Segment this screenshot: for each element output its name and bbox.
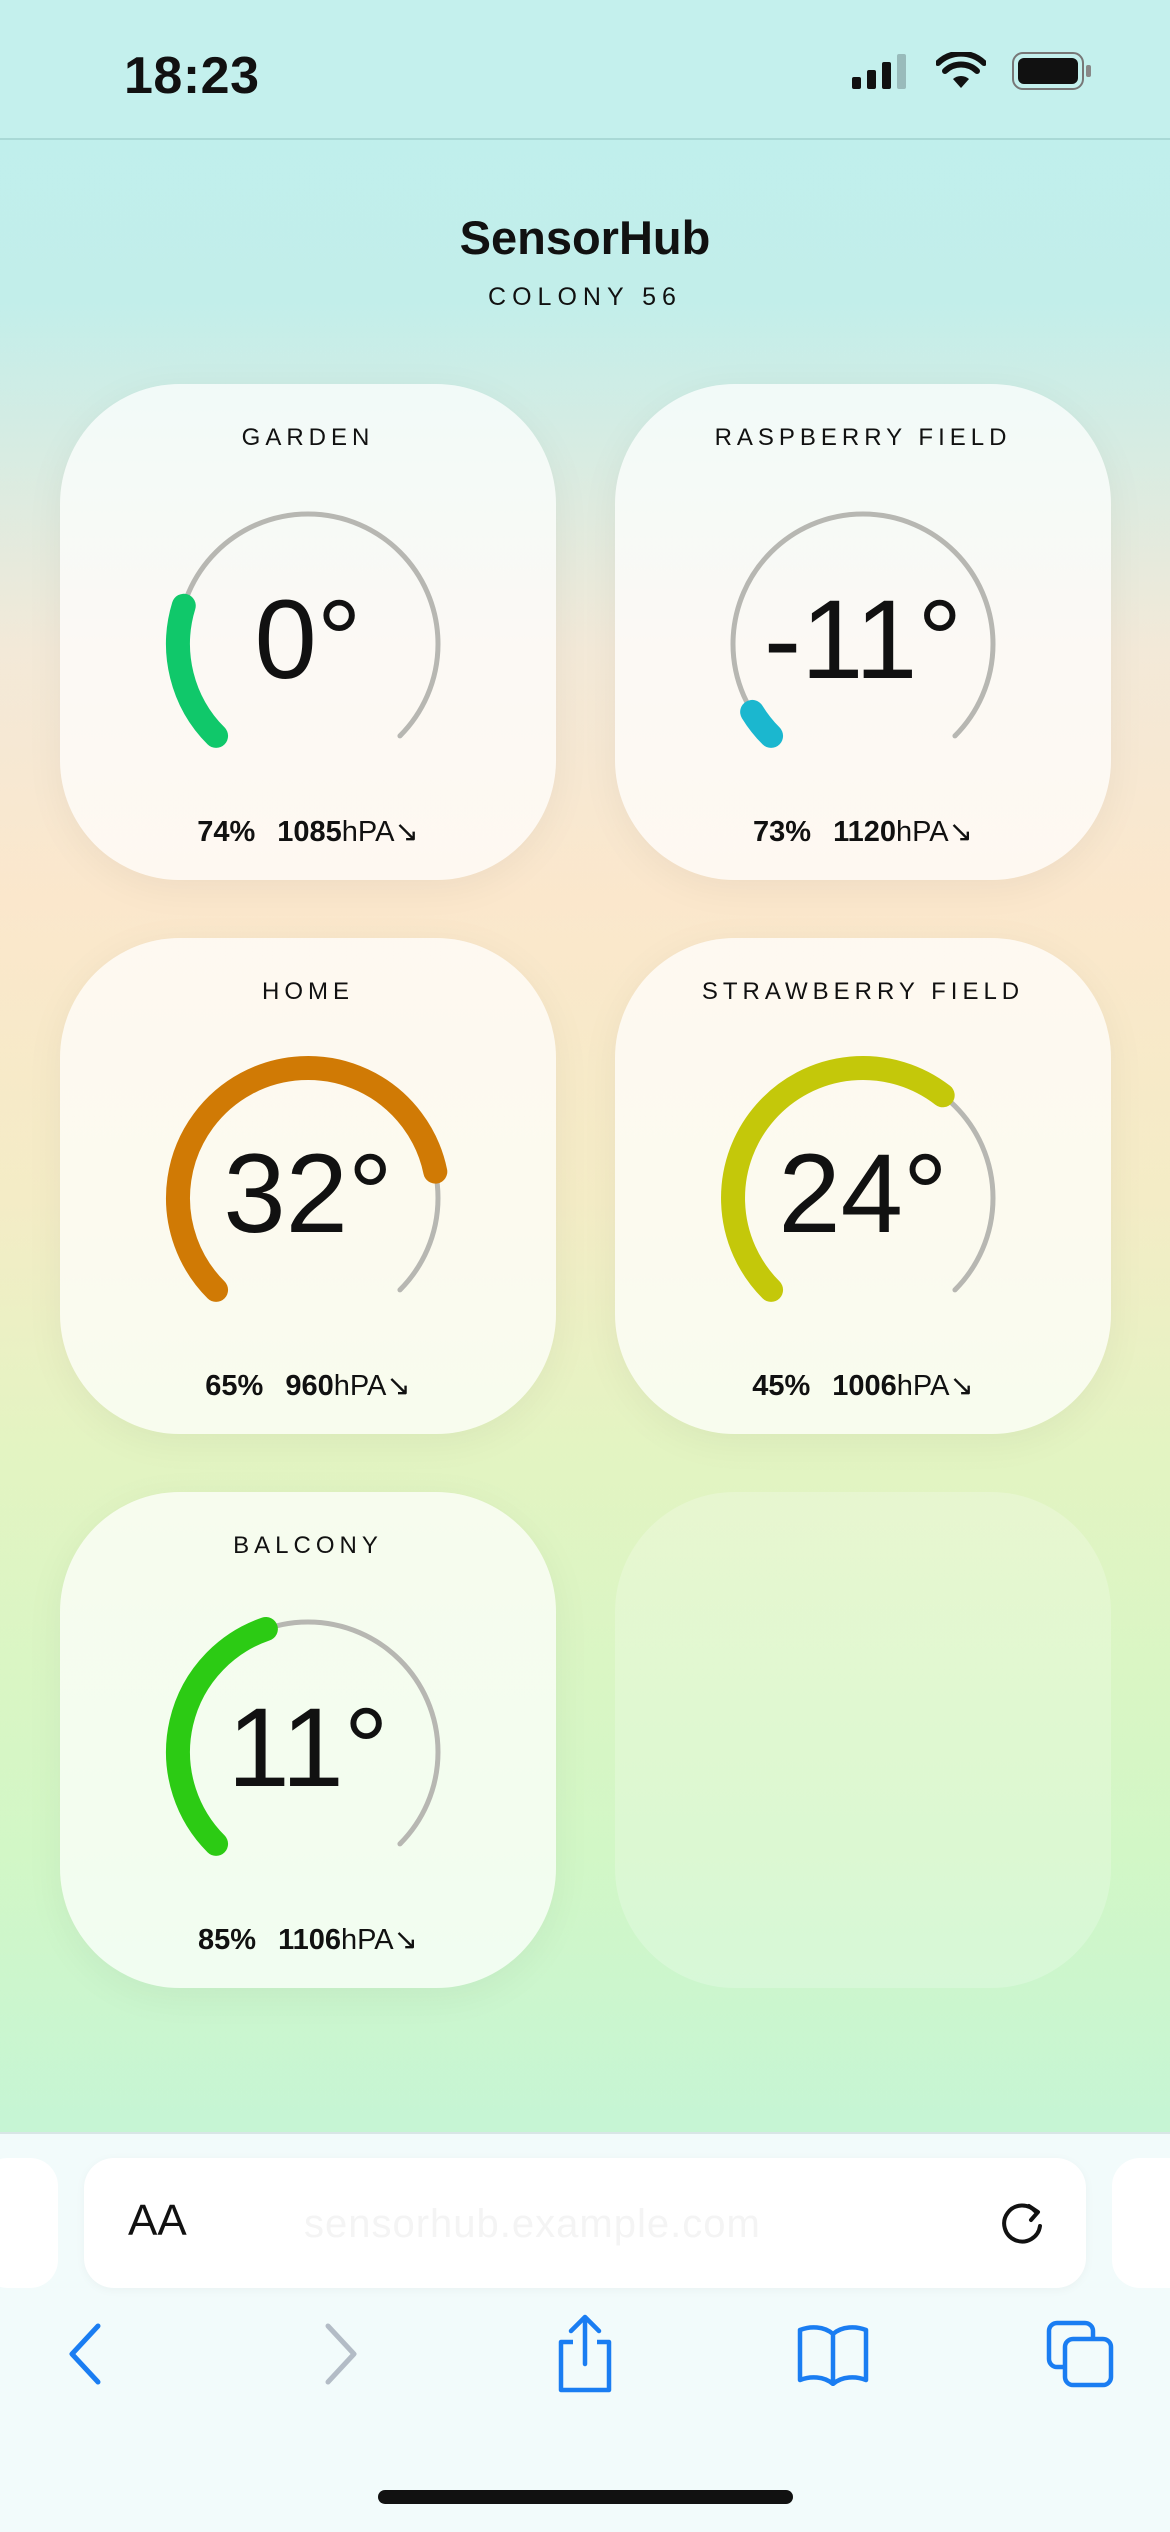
sensor-metrics: 74% 1085hPA↘ bbox=[60, 814, 556, 849]
pressure-trend-icon: ↘ bbox=[393, 1924, 418, 1956]
pressure-trend-icon: ↘ bbox=[948, 816, 973, 848]
humidity-value: 73% bbox=[753, 816, 812, 848]
temperature-value: 24° bbox=[778, 1131, 948, 1256]
sensor-metrics: 65% 960hPA↘ bbox=[60, 1368, 556, 1403]
humidity-value: 85% bbox=[198, 1924, 257, 1956]
pressure-value: 1106 bbox=[278, 1924, 341, 1956]
reload-icon[interactable] bbox=[996, 2198, 1048, 2250]
pressure-trend-icon: ↘ bbox=[394, 816, 419, 848]
url-text[interactable]: sensorhub.example.com bbox=[304, 2202, 761, 2247]
sensor-metrics: 85% 1106hPA↘ bbox=[60, 1922, 556, 1957]
temperature-value: 32° bbox=[223, 1131, 393, 1256]
sensor-label: HOME bbox=[262, 978, 354, 1005]
browser-toolbar bbox=[0, 2314, 1170, 2424]
pressure-value: 1120 bbox=[833, 816, 896, 848]
temperature-value: -11° bbox=[763, 577, 963, 702]
temperature-value: 11° bbox=[227, 1685, 389, 1810]
sensor-label: BALCONY bbox=[233, 1532, 383, 1559]
app-subtitle: COLONY 56 bbox=[488, 283, 682, 311]
previous-tab-peek[interactable] bbox=[0, 2158, 58, 2288]
sensor-label: STRAWBERRY FIELD bbox=[701, 978, 1025, 1005]
tabs-button[interactable] bbox=[1040, 2314, 1120, 2394]
pressure-unit: hPA bbox=[340, 1924, 394, 1956]
pressure-trend-icon: ↘ bbox=[386, 1370, 411, 1402]
app-title: SensorHub bbox=[459, 211, 711, 264]
humidity-value: 45% bbox=[752, 1370, 811, 1402]
pressure-unit: hPA bbox=[341, 816, 395, 848]
humidity-value: 65% bbox=[205, 1370, 264, 1402]
pressure-value: 1085 bbox=[277, 816, 342, 848]
sensor-label: GARDEN bbox=[241, 424, 375, 451]
bookmarks-icon bbox=[797, 2325, 869, 2386]
sensor-card-strawberry-field[interactable]: STRAWBERRY FIELD 24° 45% 1006hPA↘ bbox=[615, 938, 1111, 1434]
status-bar: 18:23 bbox=[0, 0, 1170, 140]
aa-label: AA bbox=[128, 2196, 187, 2245]
pressure-unit: hPA bbox=[895, 816, 949, 848]
bookmarks-button[interactable] bbox=[793, 2314, 873, 2394]
share-button[interactable] bbox=[545, 2314, 625, 2394]
status-icons bbox=[852, 52, 1092, 90]
tabs-icon bbox=[1046, 2320, 1114, 2388]
sensor-metrics: 73% 1120hPA↘ bbox=[615, 814, 1111, 849]
home-indicator[interactable] bbox=[378, 2490, 793, 2504]
back-icon bbox=[69, 2323, 101, 2385]
pressure-value: 960 bbox=[285, 1370, 334, 1402]
sensor-metrics: 45% 1006hPA↘ bbox=[615, 1368, 1111, 1403]
sensor-card-garden[interactable]: GARDEN 0° 74% 1085hPA↘ bbox=[60, 384, 556, 880]
empty-card-placeholder bbox=[615, 1492, 1111, 1988]
next-tab-peek[interactable] bbox=[1112, 2158, 1170, 2288]
pressure-unit: hPA bbox=[333, 1370, 387, 1402]
cellular-signal-icon bbox=[852, 54, 906, 89]
pressure-value: 1006 bbox=[832, 1370, 897, 1402]
battery-icon bbox=[1012, 52, 1091, 90]
status-time: 18:23 bbox=[124, 47, 260, 105]
sensor-card-balcony[interactable]: BALCONY 11° 85% 1106hPA↘ bbox=[60, 1492, 556, 1988]
pressure-unit: hPA bbox=[896, 1370, 950, 1402]
sensor-label: RASPBERRY FIELD bbox=[714, 424, 1012, 451]
wifi-icon bbox=[936, 52, 986, 88]
address-bar[interactable]: AA sensorhub.example.com bbox=[84, 2158, 1086, 2288]
page-header: SensorHub COLONY 56 bbox=[0, 210, 1170, 312]
browser-bottom-bar: AA sensorhub.example.com bbox=[0, 2132, 1170, 2532]
forward-icon bbox=[325, 2323, 357, 2385]
gauge-fill bbox=[740, 699, 784, 748]
humidity-value: 74% bbox=[197, 816, 256, 848]
forward-button[interactable] bbox=[300, 2314, 380, 2394]
reader-aa-button[interactable]: AA bbox=[128, 2196, 187, 2246]
sensor-card-home[interactable]: HOME 32° 65% 960hPA↘ bbox=[60, 938, 556, 1434]
sensor-card-raspberry-field[interactable]: RASPBERRY FIELD -11° 73% 1120hPA↘ bbox=[615, 384, 1111, 880]
pressure-trend-icon: ↘ bbox=[949, 1370, 974, 1402]
temperature-value: 0° bbox=[254, 577, 362, 702]
share-icon bbox=[558, 2314, 612, 2393]
back-button[interactable] bbox=[46, 2314, 126, 2394]
